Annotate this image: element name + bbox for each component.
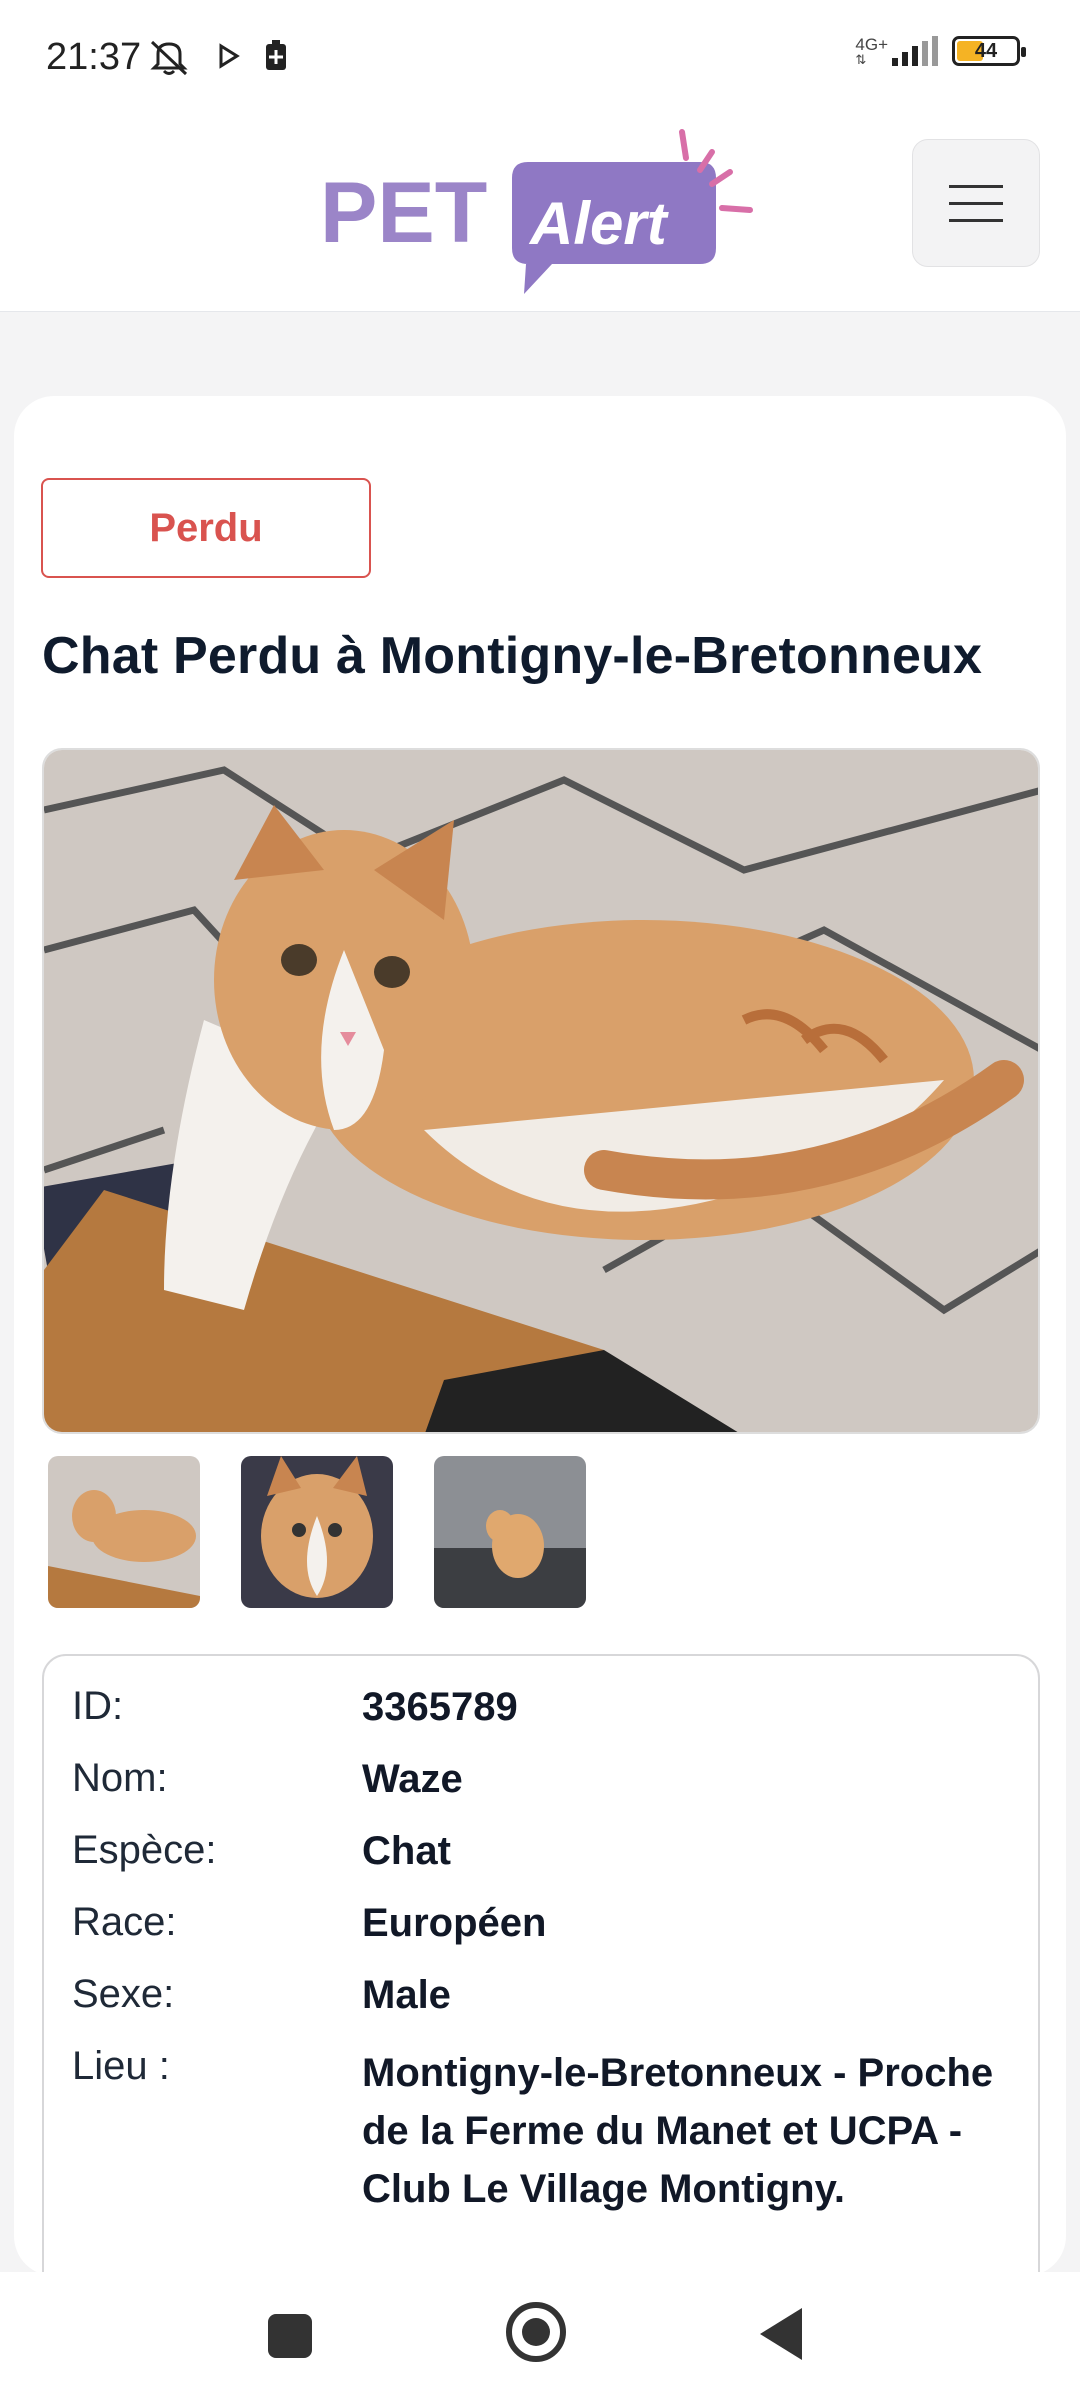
play-icon <box>219 43 240 69</box>
detail-row-lieu: Lieu : Montigny-le-Bretonneux - Proche d… <box>72 2044 1022 2218</box>
menu-button[interactable] <box>912 139 1040 267</box>
detail-row-nom: Nom: Waze <box>72 1756 1022 1802</box>
detail-row-race: Race: Européen <box>72 1900 1022 1946</box>
battery-icon: 44 <box>952 36 1026 66</box>
photo-thumbnails <box>48 1456 586 1608</box>
page-title: Chat Perdu à Montigny-le-Bretonneux <box>42 627 983 685</box>
detail-label: Sexe: <box>72 1972 175 2016</box>
petalert-logo[interactable]: PET Alert <box>320 122 760 302</box>
status-badge[interactable]: Perdu <box>41 478 371 578</box>
detail-value: Montigny-le-Bretonneux - Proche de la Fe… <box>362 2051 994 2211</box>
logo-alert-text: Alert <box>528 190 670 257</box>
detail-label: Lieu : <box>72 2044 170 2088</box>
detail-label: Race: <box>72 1900 177 1944</box>
thumbnail-2[interactable] <box>241 1456 393 1608</box>
site-header: PET Alert <box>0 112 1080 312</box>
battery-saver-icon <box>266 40 286 70</box>
detail-value: Chat <box>362 1829 451 1873</box>
detail-value: 3365789 <box>362 1685 518 1729</box>
pet-details-table: ID: 3365789 Nom: Waze Espèce: Chat Race:… <box>42 1654 1040 2354</box>
detail-row-id: ID: 3365789 <box>72 1684 1022 1730</box>
detail-label: Nom: <box>72 1756 168 1800</box>
listing-card: Perdu Chat Perdu à Montigny-le-Bretonneu… <box>14 396 1066 2354</box>
main-pet-photo[interactable] <box>42 748 1040 1434</box>
detail-value: Waze <box>362 1757 463 1801</box>
detail-row-espece: Espèce: Chat <box>72 1828 1022 1874</box>
nav-back-icon[interactable] <box>760 2308 802 2360</box>
signal-icon: 4G+ ⇅ <box>855 36 938 66</box>
nav-home-icon[interactable] <box>506 2302 566 2362</box>
thumbnail-3[interactable] <box>434 1456 586 1608</box>
detail-label: Espèce: <box>72 1828 217 1872</box>
logo-pet-text: PET <box>320 165 487 261</box>
detail-label: ID: <box>72 1684 124 1728</box>
status-bar: 21:37 4G+ ⇅ 44 <box>0 0 1080 112</box>
thumbnail-1[interactable] <box>48 1456 200 1608</box>
system-nav-bar <box>0 2272 1080 2400</box>
nav-recents-icon[interactable] <box>268 2314 312 2358</box>
status-time: 21:37 <box>46 36 142 78</box>
network-type: 4G+ <box>855 35 888 54</box>
detail-value: Européen <box>362 1901 547 1945</box>
mute-icon <box>150 40 188 76</box>
menu-icon <box>949 184 1003 188</box>
detail-value: Male <box>362 1973 451 2017</box>
detail-row-sexe: Sexe: Male <box>72 1972 1022 2018</box>
battery-level: 44 <box>974 39 998 62</box>
